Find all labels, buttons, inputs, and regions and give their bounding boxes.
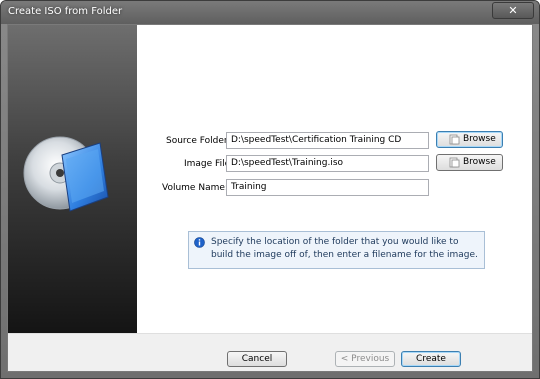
- cancel-button[interactable]: Cancel: [227, 351, 287, 367]
- cd-folder-icon: [23, 136, 109, 212]
- image-file-browse-label: Browse: [463, 157, 496, 167]
- volume-name-label: Volume Name:: [162, 183, 228, 193]
- close-icon: ✕: [508, 4, 518, 17]
- info-text: Specify the location of the folder that …: [211, 237, 478, 260]
- dialog-button-bar: Cancel < Previous Create: [8, 333, 532, 371]
- folder-icon: [449, 157, 460, 168]
- info-box: Specify the location of the folder that …: [188, 231, 485, 269]
- create-iso-dialog: Create ISO from Folder ✕ Source Folder: …: [0, 0, 540, 379]
- side-banner: [8, 25, 137, 333]
- previous-button[interactable]: < Previous: [335, 351, 395, 367]
- source-folder-input[interactable]: D:\speedTest\Certification Training CD: [226, 132, 429, 149]
- title-bar[interactable]: Create ISO from Folder ✕: [1, 1, 539, 24]
- image-file-browse-button[interactable]: Browse: [436, 154, 503, 171]
- info-icon: [194, 237, 205, 248]
- volume-name-input[interactable]: Training: [226, 179, 429, 196]
- form-panel: Source Folder: D:\speedTest\Certificatio…: [137, 25, 532, 333]
- source-folder-label: Source Folder:: [166, 136, 231, 146]
- dialog-body: Source Folder: D:\speedTest\Certificatio…: [7, 24, 533, 372]
- source-folder-browse-button[interactable]: Browse: [436, 131, 503, 148]
- folder-icon: [449, 134, 460, 145]
- create-button[interactable]: Create: [401, 351, 461, 367]
- close-button[interactable]: ✕: [492, 2, 534, 19]
- window-title: Create ISO from Folder: [8, 6, 123, 17]
- source-folder-browse-label: Browse: [463, 134, 496, 144]
- image-file-input[interactable]: D:\speedTest\Training.iso: [226, 155, 429, 172]
